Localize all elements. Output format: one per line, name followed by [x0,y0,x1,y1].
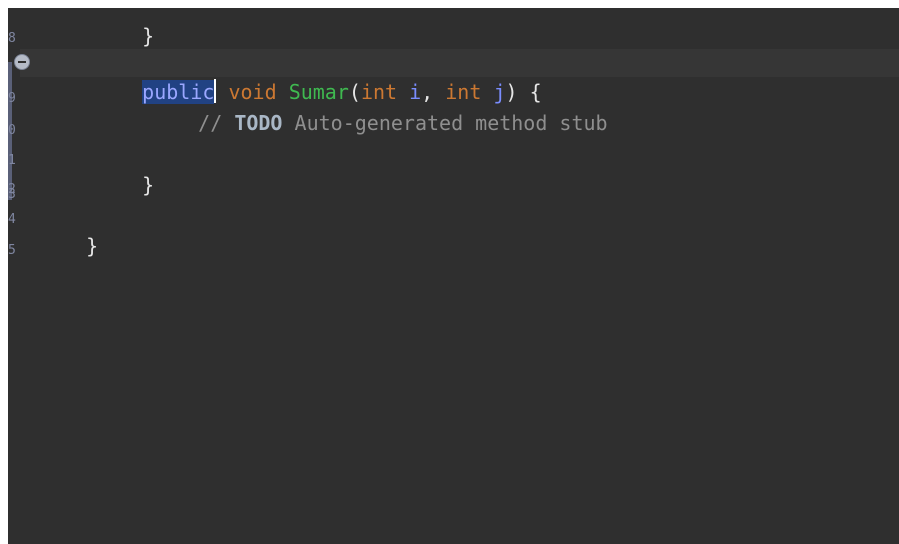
closing-brace: } [142,24,155,48]
line-number: 1 [8,153,16,168]
code-editor[interactable]: 8 9 0 1 2 3 4 5 } public void Sumar(int … [8,8,899,544]
fold-collapse-icon[interactable] [14,54,30,70]
code-line-todo-comment[interactable]: // TODO Auto-generated method stub [150,81,607,135]
code-line-class-close[interactable]: } [38,204,98,258]
line-number-gutter: 8 9 0 1 2 3 4 5 [8,8,20,544]
comment-prefix: // [198,111,223,135]
class-closing-brace: } [86,234,99,258]
method-closing-brace: } [142,173,155,197]
line-number: 3 [8,187,16,202]
comment-text: Auto-generated method stub [294,111,608,135]
code-line-method-signature[interactable]: public void Sumar(int i, int j) { [94,50,542,104]
line-number: 5 [8,243,16,258]
code-line-method-close[interactable]: } [94,143,154,197]
line-number: 9 [8,91,16,106]
line-number: 8 [8,31,16,46]
todo-tag: TODO [234,111,283,135]
line-number: 0 [8,123,16,138]
line-number: 4 [8,212,16,227]
code-line-prev-brace[interactable]: } [94,8,154,48]
